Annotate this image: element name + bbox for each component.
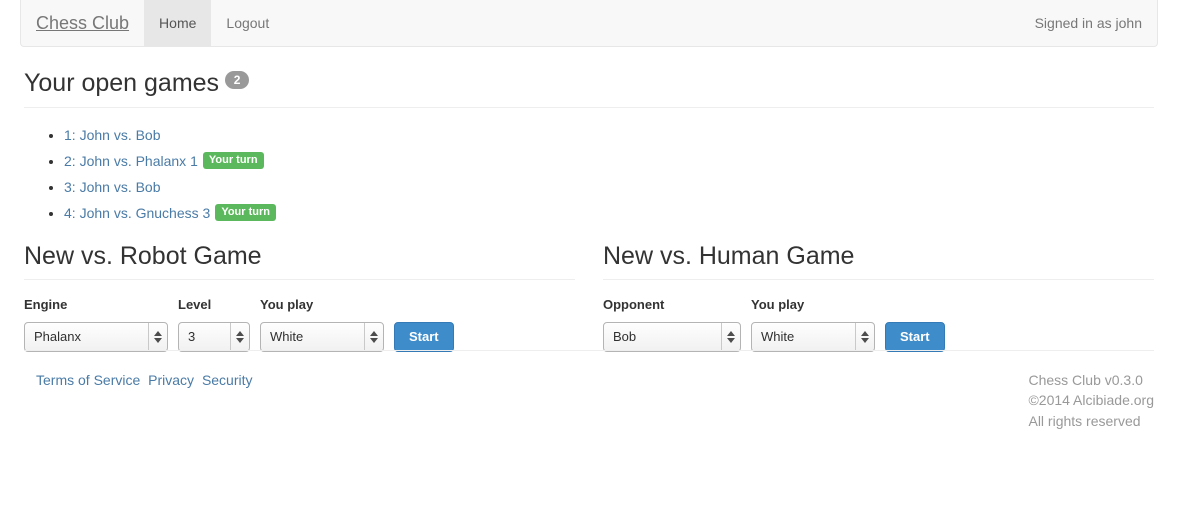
- opponent-selected-value: Bob: [613, 328, 637, 344]
- human-game-column: New vs. Human Game Opponent Bob You play: [603, 231, 1154, 352]
- nav-link-logout[interactable]: Logout: [211, 0, 284, 46]
- sort-arrows-icon: [148, 322, 167, 351]
- sort-arrows-icon: [855, 322, 874, 351]
- human-color-group: You play White: [751, 296, 875, 352]
- page-root: Chess Club Home Logout Signed in as john…: [0, 0, 1178, 515]
- footer-links: Terms of Service Privacy Security: [24, 370, 257, 390]
- security-link[interactable]: Security: [202, 372, 253, 388]
- navbar: Chess Club Home Logout Signed in as john: [20, 0, 1158, 47]
- opponent-select[interactable]: Bob: [603, 321, 741, 352]
- navbar-nav: Home Logout: [144, 0, 284, 46]
- open-games-list: 1: John vs. Bob 2: John vs. Phalanx 1You…: [24, 125, 1154, 223]
- signed-in-status: Signed in as john: [1034, 15, 1142, 31]
- list-item: 4: John vs. Gnuchess 3 Your turn: [64, 203, 1154, 223]
- game-link[interactable]: 2: John vs. Phalanx 1: [64, 153, 198, 169]
- human-color-label: You play: [751, 297, 805, 312]
- your-turn-badge: Your turn: [215, 204, 276, 222]
- game-link[interactable]: 1: John vs. Bob: [64, 127, 161, 143]
- nav-item-home[interactable]: Home: [144, 0, 212, 46]
- nav-item-logout[interactable]: Logout: [211, 0, 284, 46]
- open-games-count-badge: 2: [225, 71, 250, 90]
- your-turn-badge: Your turn: [202, 152, 264, 170]
- terms-of-service-link[interactable]: Terms of Service: [36, 372, 140, 388]
- human-game-heading: New vs. Human Game: [603, 242, 1154, 280]
- level-label: Level: [178, 297, 212, 312]
- privacy-link[interactable]: Privacy: [148, 372, 194, 388]
- rights-reserved: All rights reserved: [1028, 412, 1141, 429]
- robot-color-label: You play: [260, 297, 314, 312]
- sort-arrows-icon: [364, 322, 383, 351]
- footer: Terms of Service Privacy Security Chess …: [24, 350, 1154, 431]
- robot-color-group: You play White: [260, 296, 384, 352]
- robot-game-form: Engine Phalanx Level 3 You play White St…: [24, 296, 575, 352]
- engine-label: Engine: [24, 297, 68, 312]
- main-container: Your open games 2 1: John vs. Bob 2: John…: [24, 47, 1154, 352]
- robot-start-button[interactable]: Start: [394, 321, 454, 352]
- nav-link-home[interactable]: Home: [144, 0, 212, 46]
- human-start-button[interactable]: Start: [885, 321, 945, 352]
- navbar-inner: Chess Club Home Logout Signed in as john: [21, 0, 1157, 46]
- sort-arrows-icon: [721, 322, 740, 351]
- robot-game-heading: New vs. Robot Game: [24, 242, 575, 280]
- engine-selected-value: Phalanx: [34, 328, 81, 344]
- open-games-title: Your open games: [24, 69, 220, 97]
- opponent-group: Opponent Bob: [603, 296, 741, 352]
- human-color-select[interactable]: White: [751, 321, 875, 352]
- app-version: Chess Club v0.3.0: [1028, 372, 1143, 388]
- copyright: ©2014 Alcibiade.org: [1028, 392, 1154, 409]
- engine-group: Engine Phalanx: [24, 296, 168, 352]
- navbar-brand[interactable]: Chess Club: [21, 0, 144, 46]
- sort-arrows-icon: [230, 322, 249, 351]
- game-link[interactable]: 4: John vs. Gnuchess 3: [64, 205, 210, 221]
- footer-meta: Chess Club v0.3.0 ©2014 Alcibiade.org Al…: [1028, 370, 1154, 431]
- list-item: 1: John vs. Bob: [64, 125, 1154, 145]
- list-item: 3: John vs. Bob: [64, 177, 1154, 197]
- robot-game-column: New vs. Robot Game Engine Phalanx Level: [24, 231, 575, 352]
- engine-select[interactable]: Phalanx: [24, 321, 168, 352]
- robot-color-select[interactable]: White: [260, 321, 384, 352]
- open-games-heading: Your open games 2: [24, 69, 1154, 108]
- new-game-row: New vs. Robot Game Engine Phalanx Level: [24, 231, 1154, 352]
- level-group: Level 3: [178, 296, 250, 352]
- list-item: 2: John vs. Phalanx 1Your turn: [64, 151, 1154, 171]
- human-game-form: Opponent Bob You play White Start: [603, 296, 1154, 352]
- game-link[interactable]: 3: John vs. Bob: [64, 179, 161, 195]
- level-select[interactable]: 3: [178, 321, 250, 352]
- opponent-label: Opponent: [603, 297, 665, 312]
